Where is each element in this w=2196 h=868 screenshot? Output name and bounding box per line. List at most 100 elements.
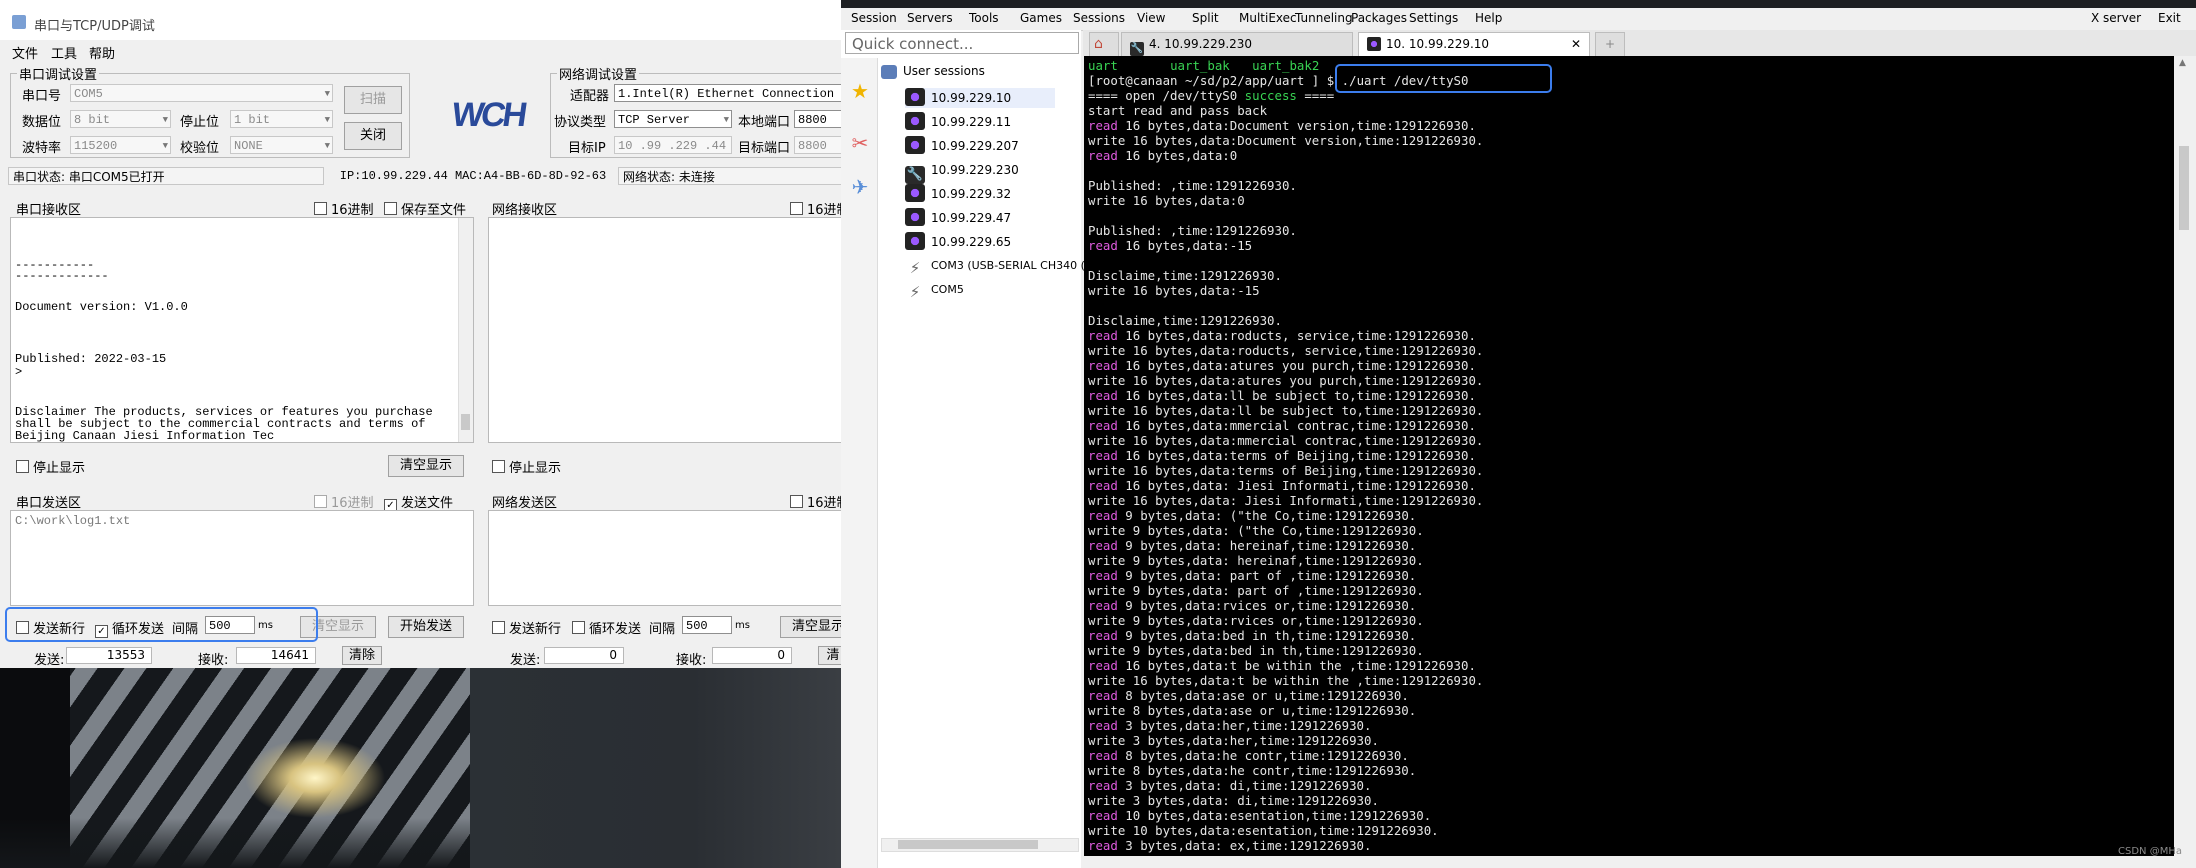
session-item[interactable]: 10.99.229.11 (905, 112, 1011, 132)
target-port-input[interactable]: 8800 (794, 136, 841, 154)
menu-servers[interactable]: Servers (907, 11, 953, 25)
terminal-scrollbar[interactable]: ▲ (2174, 56, 2196, 856)
menu-view[interactable]: View (1137, 11, 1165, 25)
menu-packages[interactable]: Packages (1351, 11, 1407, 25)
terminal-output[interactable]: uart uart_bak uart_bak2 [root@canaan ~/s… (1084, 56, 2174, 856)
save-to-file-checkbox[interactable]: 保存至文件 (384, 199, 466, 218)
terminal-line: read 16 bytes,data: Jiesi Informati,time… (1088, 478, 1476, 493)
session-item[interactable]: 10.99.229.32 (905, 184, 1011, 204)
net-stop-display-checkbox[interactable]: 停止显示 (492, 457, 561, 476)
stopbits-select[interactable]: 1 bit ▼ (230, 110, 333, 128)
net-tx-textarea[interactable] (488, 510, 841, 606)
serial-rx-textarea[interactable]: ----------- ------------- Document versi… (10, 217, 474, 443)
local-port-input[interactable]: 8800 (794, 110, 841, 128)
home-tab[interactable]: ⌂ (1089, 32, 1119, 56)
scroll-up-icon[interactable]: ▲ (2179, 58, 2186, 68)
net-send-newline-checkbox[interactable]: 发送新行 (492, 618, 561, 637)
net-interval-input[interactable]: 500 (682, 616, 732, 634)
adapter-select[interactable]: 1.Intel(R) Ethernet Connection ( (614, 84, 841, 102)
send-icon[interactable]: ✈ (849, 176, 871, 198)
sidebar-hscrollbar[interactable] (881, 838, 1079, 852)
star-icon[interactable]: ★ (849, 80, 871, 102)
net-clear-count-button[interactable]: 清 (818, 646, 841, 665)
menu-tools[interactable]: 工具 (51, 43, 77, 62)
menu-session[interactable]: Session (851, 11, 897, 25)
serial-recv-count-label: 接收: (198, 653, 229, 668)
rx-line: ------------- (15, 269, 109, 283)
net-tx-hex-checkbox[interactable]: 16进制 (790, 492, 841, 511)
xserver-button[interactable]: X server (2091, 11, 2141, 25)
send-file-checkbox[interactable]: ✓ 发送文件 (384, 492, 453, 512)
databits-select[interactable]: 8 bit ▼ (70, 110, 171, 128)
network-settings-legend: 网络调试设置 (559, 68, 638, 83)
menu-help[interactable]: Help (1475, 11, 1502, 25)
scroll-thumb[interactable] (2179, 146, 2189, 230)
menu-file[interactable]: 文件 (12, 43, 38, 62)
menu-tools[interactable]: Tools (969, 11, 999, 25)
menu-multiexec[interactable]: MultiExec (1239, 11, 1297, 25)
menu-tunneling[interactable]: Tunneling (1295, 11, 1353, 25)
chevron-down-icon: ▼ (723, 115, 729, 125)
net-rx-hex-checkbox[interactable]: 16进制 (790, 199, 841, 218)
serial-tx-textarea[interactable]: C:\work\log1.txt (10, 510, 474, 606)
chevron-down-icon: ▼ (324, 141, 330, 151)
terminal-line: write 16 bytes,data:-15 (1088, 283, 1260, 298)
terminal-line: start read and pass back (1088, 103, 1268, 118)
terminal-line: read 16 bytes,data:t be within the ,time… (1088, 658, 1476, 673)
scroll-thumb[interactable] (461, 414, 470, 430)
net-ms-label: ms (735, 620, 750, 631)
adapter-label: 适配器 (570, 89, 610, 104)
session-item[interactable]: 10.99.229.207 (905, 136, 1019, 156)
session-item[interactable]: 10.99.229.10 (905, 88, 1055, 108)
net-loop-send-checkbox[interactable]: 循环发送 (572, 618, 641, 637)
session-item[interactable]: 10.99.229.65 (905, 232, 1011, 252)
menu-sessions[interactable]: Sessions (1073, 11, 1125, 25)
port-select[interactable]: COM5 ▼ (70, 84, 333, 102)
net-tx-clear-button[interactable]: 清空显示 (780, 616, 841, 638)
terminal-line: write 9 bytes,data:bed in th,time:129122… (1088, 643, 1424, 658)
close-port-button[interactable]: 关闭 (344, 122, 402, 150)
menu-help[interactable]: 帮助 (89, 43, 115, 62)
watermark: CSDN @MHa (2118, 846, 2182, 857)
menu-settings[interactable]: Settings (1409, 11, 1458, 25)
session-item[interactable]: 🔧 10.99.229.230 (905, 160, 1019, 184)
camera-photo (0, 668, 841, 868)
tools-icon[interactable]: ✂ (849, 132, 871, 154)
user-sessions-folder[interactable]: User sessions (881, 64, 985, 79)
target-ip-input[interactable]: 10 .99 .229 .44 (614, 136, 732, 154)
parity-select[interactable]: NONE ▼ (230, 136, 333, 154)
terminal-line: write 9 bytes,data: part of ,time:129122… (1088, 583, 1424, 598)
new-tab-button[interactable]: + (1595, 32, 1625, 56)
terminal-line: read 8 bytes,data:ase or u,time:12912269… (1088, 688, 1409, 703)
serial-clear-count-button[interactable]: 清除 (342, 646, 382, 665)
serial-rx-scrollbar[interactable] (458, 218, 473, 442)
exit-button[interactable]: Exit (2158, 11, 2181, 25)
start-send-button[interactable]: 开始发送 (388, 616, 464, 638)
net-rx-textarea[interactable] (488, 217, 841, 443)
tab-session-10[interactable]: 10. 10.99.229.10 ✕ (1358, 32, 1590, 56)
terminal-line: Disclaime,time:1291226930. (1088, 268, 1282, 283)
chevron-down-icon: ▼ (324, 89, 330, 99)
protocol-select[interactable]: TCP Server ▼ (614, 110, 732, 128)
close-tab-icon[interactable]: ✕ (1571, 33, 1581, 55)
serial-rx-clear-button[interactable]: 清空显示 (388, 455, 464, 477)
scan-button[interactable]: 扫描 (344, 86, 402, 114)
target-ip-label: 目标IP (568, 141, 606, 156)
menu-games[interactable]: Games (1020, 11, 1062, 25)
highlight-frame (5, 607, 318, 642)
terminal-line: write 9 bytes,data: hereinaf,time:129122… (1088, 553, 1424, 568)
session-item[interactable]: 10.99.229.47 (905, 208, 1011, 228)
net-tx-title: 网络发送区 (492, 496, 558, 511)
serial-stop-display-checkbox[interactable]: 停止显示 (16, 457, 85, 476)
quick-connect-input[interactable]: Quick connect... (845, 32, 1079, 54)
baud-select[interactable]: 115200 ▼ (70, 136, 171, 154)
net-recv-count: 0 (712, 647, 792, 664)
serial-rx-hex-checkbox[interactable]: 16进制 (314, 199, 374, 218)
serial-tx-hex-checkbox[interactable]: 16进制 (314, 492, 374, 511)
menu-split[interactable]: Split (1192, 11, 1219, 25)
session-item[interactable]: ⚡ COM5 (905, 280, 964, 301)
terminal-line: ==== open /dev/ttyS0 success ==== (1088, 88, 1335, 103)
session-item[interactable]: ⚡ COM3 (USB-SERIAL CH340 (C (905, 256, 1093, 277)
terminal-line: Published: ,time:1291226930. (1088, 223, 1297, 238)
tab-session-4[interactable]: 🔧 4. 10.99.229.230 (1121, 32, 1353, 56)
